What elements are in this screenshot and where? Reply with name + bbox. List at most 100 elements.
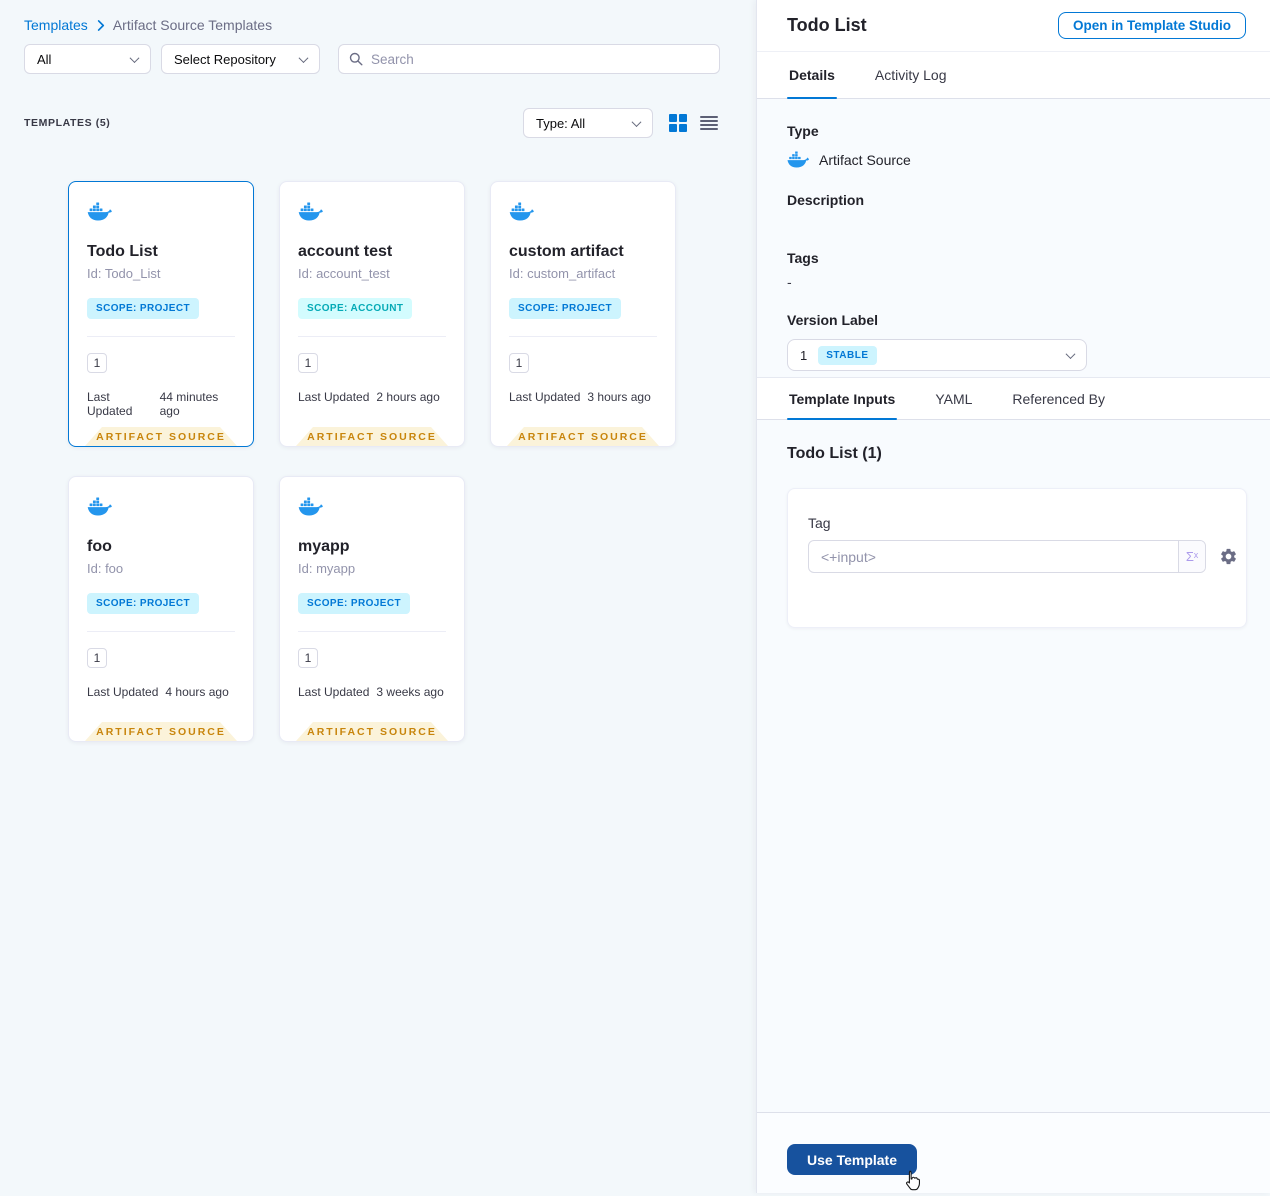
stable-badge: STABLE <box>818 345 877 365</box>
template-title: foo <box>87 538 112 555</box>
version-select[interactable]: 1 STABLE <box>787 339 1087 371</box>
drawer-header: Todo List Open in Template Studio <box>757 0 1270 52</box>
scope-filter-value: All <box>37 51 52 67</box>
scope-filter-dropdown[interactable]: All <box>24 44 151 74</box>
tab-activity-log[interactable]: Activity Log <box>873 52 949 98</box>
divider <box>298 631 446 632</box>
artifact-source-ribbon: ARTIFACT SOURCE <box>296 722 448 741</box>
repository-filter-dropdown[interactable]: Select Repository <box>161 44 320 74</box>
breadcrumb: Templates Artifact Source Templates <box>24 17 272 33</box>
docker-icon <box>87 202 112 221</box>
tag-label: Tag <box>808 515 831 531</box>
version-count-badge: 1 <box>298 353 318 373</box>
chevron-down-icon <box>631 116 642 127</box>
template-id: Id: myapp <box>298 561 356 576</box>
open-in-template-studio-button[interactable]: Open in Template Studio <box>1057 12 1246 39</box>
tag-input-wrap: Σˣ <box>808 540 1206 573</box>
version-count-badge: 1 <box>298 648 318 668</box>
tags-label: Tags <box>787 250 819 266</box>
chevron-down-icon <box>298 52 309 63</box>
type-filter-value: Type: All <box>536 115 586 131</box>
template-title: myapp <box>298 538 350 555</box>
divider <box>298 336 446 337</box>
tab-template-inputs[interactable]: Template Inputs <box>787 378 898 420</box>
docker-icon <box>298 202 323 221</box>
scope-badge: SCOPE: PROJECT <box>298 593 410 614</box>
divider <box>87 336 235 337</box>
drawer-footer: Use Template <box>757 1112 1270 1193</box>
artifact-source-ribbon: ARTIFACT SOURCE <box>507 427 659 446</box>
last-updated-value: 2 hours ago <box>376 390 440 404</box>
docker-icon <box>87 497 112 516</box>
last-updated-label: Last Updated <box>87 390 133 418</box>
last-updated-value: 3 hours ago <box>587 390 651 404</box>
scope-badge: SCOPE: PROJECT <box>509 298 621 319</box>
details-panel: Type Artifact Source Description Tags - … <box>757 99 1270 377</box>
template-title: account test <box>298 243 393 260</box>
scope-badge: SCOPE: PROJECT <box>87 298 199 319</box>
grid-view-button[interactable] <box>669 114 687 132</box>
type-value: Artifact Source <box>819 151 911 168</box>
type-label: Type <box>787 123 819 139</box>
artifact-source-ribbon: ARTIFACT SOURCE <box>296 427 448 446</box>
last-updated-value: 4 hours ago <box>165 685 229 699</box>
templates-count: TEMPLATES (5) <box>24 117 111 129</box>
tags-value: - <box>787 274 792 290</box>
inputs-section-title: Todo List (1) <box>787 445 882 462</box>
breadcrumb-templates-link[interactable]: Templates <box>24 17 88 33</box>
template-id: Id: Todo_List <box>87 266 161 281</box>
chevron-down-icon <box>129 52 140 63</box>
last-updated-label: Last Updated <box>87 685 159 699</box>
template-id: Id: account_test <box>298 266 390 281</box>
input-settings-button[interactable] <box>1219 547 1238 566</box>
search-icon <box>349 52 363 66</box>
last-updated-value: 3 weeks ago <box>376 685 444 699</box>
description-label: Description <box>787 192 865 208</box>
inner-tab-bar: Template Inputs YAML Referenced By <box>757 377 1270 420</box>
gear-icon <box>1221 548 1236 565</box>
template-id: Id: custom_artifact <box>509 266 616 281</box>
chevron-down-icon <box>1065 348 1076 359</box>
version-count-badge: 1 <box>87 353 107 373</box>
template-inputs-panel: Todo List (1) Tag Σˣ <box>757 420 1270 1112</box>
tab-details[interactable]: Details <box>787 52 837 99</box>
scope-badge: SCOPE: ACCOUNT <box>298 298 413 319</box>
expression-input-button[interactable]: Σˣ <box>1178 541 1205 572</box>
divider <box>509 336 657 337</box>
version-value: 1 <box>800 347 808 363</box>
last-updated-label: Last Updated <box>298 685 370 699</box>
template-card-account-test[interactable]: account test Id: account_test SCOPE: ACC… <box>279 181 465 447</box>
list-view-button[interactable] <box>700 115 718 131</box>
docker-icon <box>298 497 323 516</box>
docker-icon <box>509 202 534 221</box>
filter-row: All Select Repository <box>24 44 720 74</box>
template-title: custom artifact <box>509 243 624 260</box>
tag-input[interactable] <box>809 541 1178 572</box>
templates-grid: Todo List Id: Todo_List SCOPE: PROJECT 1… <box>68 181 676 742</box>
artifact-source-ribbon: ARTIFACT SOURCE <box>85 722 237 741</box>
last-updated-value: 44 minutes ago <box>159 390 219 418</box>
template-card-custom-artifact[interactable]: custom artifact Id: custom_artifact SCOP… <box>490 181 676 447</box>
template-id: Id: foo <box>87 561 124 576</box>
tab-yaml[interactable]: YAML <box>933 378 974 419</box>
version-label: Version Label <box>787 312 879 328</box>
repository-filter-value: Select Repository <box>174 51 276 67</box>
template-card-foo[interactable]: foo Id: foo SCOPE: PROJECT 1 Last Update… <box>68 476 254 742</box>
type-filter-dropdown[interactable]: Type: All <box>523 108 653 138</box>
template-card-todo-list[interactable]: Todo List Id: Todo_List SCOPE: PROJECT 1… <box>68 181 254 447</box>
template-card-myapp[interactable]: myapp Id: myapp SCOPE: PROJECT 1 Last Up… <box>279 476 465 742</box>
search-input[interactable] <box>371 51 709 67</box>
search-box[interactable] <box>338 44 720 74</box>
template-details-drawer: Todo List Open in Template Studio Detail… <box>756 0 1270 1193</box>
drawer-tab-bar: Details Activity Log <box>757 52 1270 99</box>
tab-referenced-by[interactable]: Referenced By <box>1010 378 1107 419</box>
artifact-source-ribbon: ARTIFACT SOURCE <box>85 427 237 446</box>
use-template-button[interactable]: Use Template <box>787 1144 917 1175</box>
templates-list-panel: Templates Artifact Source Templates All … <box>0 0 756 1193</box>
inputs-card: Tag Σˣ <box>787 488 1247 628</box>
drawer-title: Todo List <box>787 15 867 35</box>
scope-badge: SCOPE: PROJECT <box>87 593 199 614</box>
last-updated-label: Last Updated <box>509 390 581 404</box>
divider <box>87 631 235 632</box>
version-count-badge: 1 <box>509 353 529 373</box>
